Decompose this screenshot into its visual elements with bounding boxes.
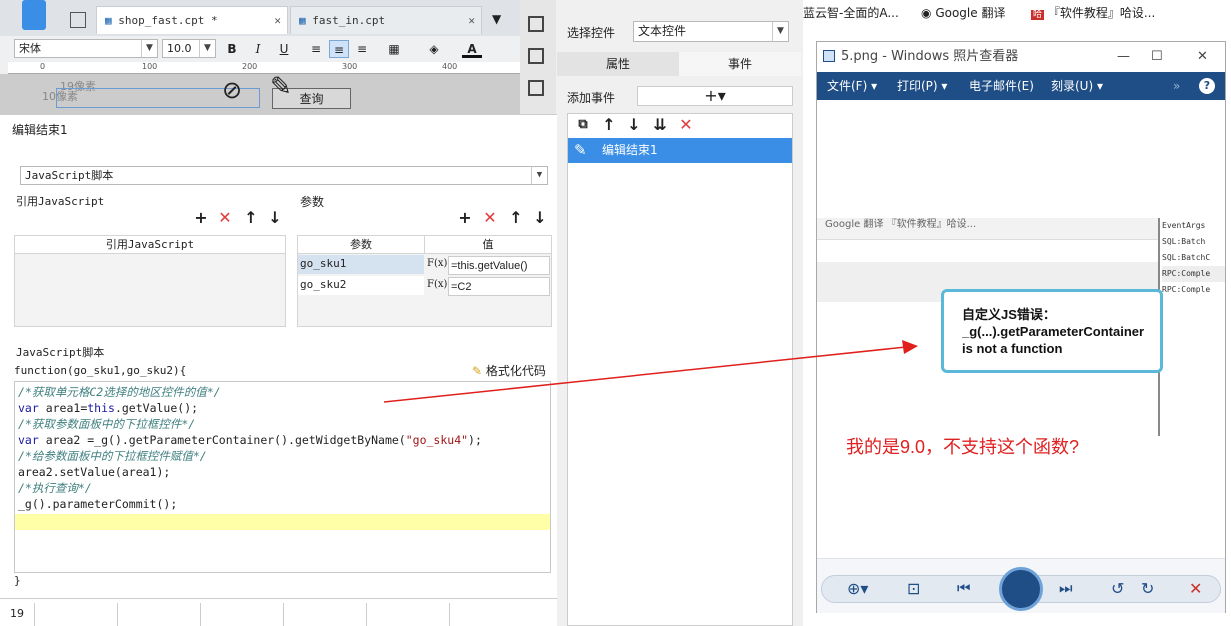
annotation-arrow — [383, 340, 918, 403]
arrow-line — [383, 346, 907, 403]
arrow-head — [902, 340, 918, 354]
